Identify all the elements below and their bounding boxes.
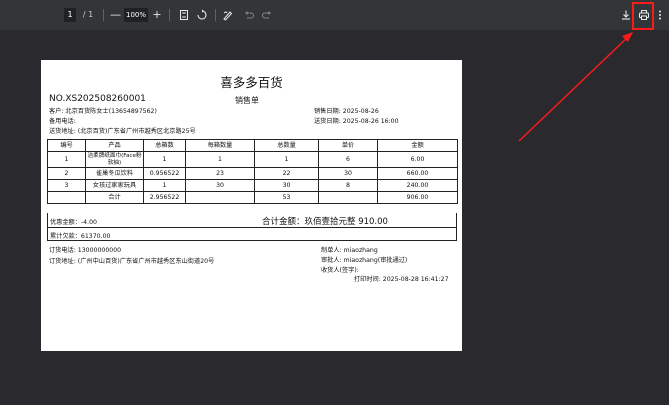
table-cell: 2.956522 [143, 191, 186, 204]
table-cell: 合计 [85, 191, 144, 204]
page-total: / 1 [82, 10, 94, 19]
fit-page-icon[interactable] [178, 9, 190, 21]
table-header: 编号 [47, 139, 86, 152]
table-cell: 30 [318, 167, 378, 180]
customer-info: 客户: 北京百货陈女士(13654897562) [49, 108, 157, 115]
table-cell: 1 [47, 151, 86, 168]
print-time: 打印时间: 2025-08-28 16:41:27 [354, 276, 449, 283]
table-cell [318, 191, 378, 204]
table-header: 单价 [318, 139, 378, 152]
delivery-date: 送货日期: 2025-08-26 16:00 [314, 118, 399, 125]
zoom-out-button[interactable]: — [110, 8, 121, 22]
page-number-input[interactable]: 1 [64, 8, 76, 22]
table-total-row: 合计 2.956522 53 906.00 [47, 191, 458, 204]
items-table: 编号 产品 总箱数 每箱数量 总数量 单价 金额 1 洁柔牌纸面巾(Face粉软… [47, 139, 458, 204]
table-cell: 1 [185, 151, 255, 168]
table-cell: 660.00 [377, 167, 458, 180]
table-cell: 22 [254, 167, 319, 180]
table-cell: 30 [185, 179, 255, 192]
total-amount: 合计金额：玖佰壹拾元整 910.00 [262, 217, 388, 227]
accumulated-debt: 累计欠款：61370.00 [50, 233, 111, 240]
toolbar-divider [169, 9, 170, 21]
table-cell: 6.00 [377, 151, 458, 168]
zoom-in-button[interactable]: + [152, 8, 162, 22]
order-address: 订货地址: (广州中山百货)广东省广州市越秀区东山街道20号 [49, 258, 215, 265]
table-header: 每箱数量 [185, 139, 255, 152]
annotate-icon[interactable] [222, 9, 234, 21]
print-highlight-box [632, 2, 654, 30]
redo-icon[interactable] [261, 9, 273, 21]
more-icon[interactable] [656, 9, 664, 21]
table-cell: 8 [318, 179, 378, 192]
table-cell: 0.956522 [143, 167, 186, 180]
receiver-signature: 收货人(签字): [321, 267, 359, 274]
pdf-viewer[interactable]: 喜多多百货 NO.XS202508260001 销售单 客户: 北京百货陈女士(… [0, 30, 669, 405]
maker: 制单人: miaozhang [321, 247, 378, 254]
table-cell: 240.00 [377, 179, 458, 192]
document-type: 销售单 [235, 96, 259, 105]
table-header: 总数量 [254, 139, 319, 152]
table-cell: 53 [254, 191, 319, 204]
table-row: 3 女孩过家家玩具 1 30 30 8 240.00 [47, 179, 458, 192]
table-cell: 洁柔牌纸面巾(Face粉软抽) [85, 151, 144, 168]
approver: 审批人: miaozhang(审批通过) [321, 257, 408, 264]
discount-amount: 优惠金额：-4.00 [50, 219, 97, 226]
table-cell: 2 [47, 167, 86, 180]
table-cell [47, 191, 86, 204]
zoom-level-input[interactable]: 100% [124, 8, 148, 22]
table-cell: 30 [254, 179, 319, 192]
table-cell [185, 191, 255, 204]
table-cell: 1 [143, 179, 186, 192]
table-cell: 23 [185, 167, 255, 180]
table-cell: 1 [254, 151, 319, 168]
sale-date: 销售日期: 2025-08-26 [314, 108, 379, 115]
table-header: 总箱数 [143, 139, 186, 152]
table-cell: 906.00 [377, 191, 458, 204]
rotate-icon[interactable] [196, 9, 208, 21]
table-cell: 雀巢冬瓜饮料 [85, 167, 144, 180]
table-header: 产品 [85, 139, 144, 152]
store-name: 喜多多百货 [220, 75, 283, 90]
table-cell: 女孩过家家玩具 [85, 179, 144, 192]
order-number: NO.XS202508260001 [49, 94, 146, 104]
toolbar-divider [215, 9, 216, 21]
order-phone: 订货电话: 13000000000 [49, 247, 122, 254]
pdf-toolbar: 1 / 1 — 100% + [0, 0, 669, 30]
summary-row: 优惠金额：-4.00 合计金额：玖佰壹拾元整 910.00 [47, 213, 457, 228]
table-cell: 6 [318, 151, 378, 168]
debt-row: 累计欠款：61370.00 [47, 228, 457, 241]
backup-phone: 备用电话: [49, 118, 76, 125]
table-cell: 1 [143, 151, 186, 168]
download-icon[interactable] [620, 9, 632, 21]
document-page: 喜多多百货 NO.XS202508260001 销售单 客户: 北京百货陈女士(… [41, 60, 462, 351]
toolbar-divider [103, 9, 104, 21]
table-row: 2 雀巢冬瓜饮料 0.956522 23 22 30 660.00 [47, 167, 458, 180]
ship-address: 送货地址: (北京百货)广东省广州市越秀区北京路25号 [49, 128, 196, 135]
table-header: 金额 [377, 139, 458, 152]
undo-icon[interactable] [243, 9, 255, 21]
table-cell: 3 [47, 179, 86, 192]
table-header-row: 编号 产品 总箱数 每箱数量 总数量 单价 金额 [47, 139, 458, 152]
table-row: 1 洁柔牌纸面巾(Face粉软抽) 1 1 1 6 6.00 [47, 151, 458, 168]
